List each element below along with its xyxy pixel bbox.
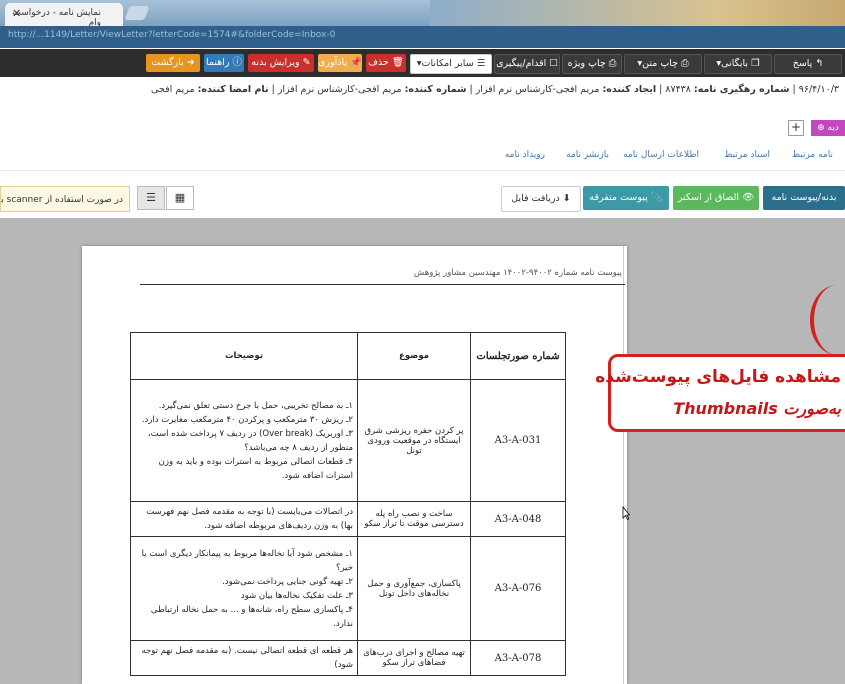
edit-icon: ✎ — [299, 57, 311, 68]
row-code: A3-A-031 — [470, 379, 566, 502]
print-text-button[interactable]: ⎙ چاپ متن ▾ — [624, 54, 702, 74]
desc-line: ۱ـ مشخص شود آیا نخاله‌ها مربوط به پیمانک… — [141, 548, 353, 573]
desc-line: در اتصالات می‌بایست (با توجه به مقدمه فص… — [146, 507, 353, 531]
callout-line-2: به‌صورت Thumbnails — [673, 399, 841, 418]
browser-tabbar: نمایش نامه - درخواست وام ✕ — [0, 0, 845, 28]
checkbox-icon: ☐ — [546, 58, 558, 69]
signer-label: نام امضا کننده: — [197, 84, 269, 95]
help-button[interactable]: ⓘ راهنما — [204, 54, 244, 72]
desc-line: ۴ـ قطعات اتصالی مربوط به استرات بوده و ب… — [158, 456, 353, 481]
delete-button[interactable]: 🗑 حذف — [366, 54, 406, 72]
url-text[interactable]: http://...1149/Letter/ViewLetter?letterC… — [8, 30, 335, 40]
desc-line: ۱ـ به مصالح تخریبی، حمل با جرخ دستی تعلق… — [158, 400, 353, 411]
attach-body-button[interactable]: بدنه/پیوست نامه — [763, 186, 845, 210]
row-code: A3-A-078 — [470, 640, 566, 676]
letter-date: ۹۶/۴/۱۰/۳ — [798, 84, 839, 95]
tracking-label: شماره رهگیری نامه: — [693, 84, 790, 95]
reminder-button[interactable]: 📌 یادآوری — [318, 54, 362, 72]
table-row: A3-A-076 پاکسازی، جمع‌آوری و حمل نخاله‌ه… — [130, 536, 566, 641]
printer-icon: ⎙ — [605, 58, 617, 69]
reply-button[interactable]: ↰ پاسخ — [774, 54, 842, 74]
new-tab-button[interactable] — [124, 6, 150, 20]
browser-header-background — [430, 0, 845, 26]
mouse-cursor-icon — [622, 506, 630, 520]
tracking-value: ۸۷۴۳۸ — [665, 84, 691, 95]
tab-related-letter[interactable]: نامه مرتبط — [792, 150, 833, 160]
back-arrow-icon: ➜ — [183, 57, 195, 68]
document-table: شماره صورتجلسات موضوع توضیحات A3-A-031 پ… — [130, 332, 566, 676]
back-button[interactable]: ➜ بازگشت — [146, 54, 200, 72]
desc-line: ۴ـ پاکسازی سطح راه، شانه‌ها و ... به حمل… — [150, 604, 353, 629]
row-code: A3-A-076 — [470, 536, 566, 641]
letter-info-line: ۹۶/۴/۱۰/۳ | شماره رهگیری نامه: ۸۷۴۳۸ | ا… — [151, 84, 839, 95]
callout-line-1: مشاهده فایل‌های پیوست‌شده — [595, 367, 841, 387]
desc-line: ۲ـ تهیه گونی جنایی پرداخت نمی‌شود. — [222, 576, 353, 587]
numberer-label: شماره کننده: — [404, 84, 467, 95]
tag-badge[interactable]: ⊕ دیه — [811, 120, 845, 136]
row-description: ۱ـ به مصالح تخریبی، حمل با جرخ دستی تعلق… — [130, 379, 358, 502]
add-tag-button[interactable]: + — [788, 120, 804, 136]
close-icon[interactable]: ✕ — [12, 7, 21, 20]
misc-attach-button[interactable]: 📎 پیوست متفرقه — [583, 186, 669, 210]
print-special-button[interactable]: ⎙ چاپ ویژه — [562, 54, 622, 74]
attach-scanner-button[interactable]: 👁 الصاق از اسکنر — [673, 186, 759, 210]
printer-icon: ⎙ — [678, 58, 689, 69]
header-rule — [140, 284, 625, 285]
callout-box: مشاهده فایل‌های پیوست‌شده به‌صورت Thumbn… — [595, 354, 845, 432]
column-header: شماره صورتجلسات — [470, 332, 566, 380]
eye-icon: 👁 — [739, 192, 755, 203]
column-header: موضوع — [357, 332, 471, 380]
column-header: توضیحات — [130, 332, 358, 380]
table-row: A3-A-078 تهیه مصالح و اجرای درب‌های فضاه… — [130, 640, 566, 676]
document-header: پیوست نامه شماره ۹۴۰۰۲-۱۴۰۰۲ مهندسین مشا… — [413, 268, 622, 278]
trash-icon: 🗑 — [388, 57, 404, 68]
row-description: ۱ـ مشخص شود آیا نخاله‌ها مربوط به پیمانک… — [130, 536, 358, 641]
tab-send-info[interactable]: اطلاعات ارسال نامه — [623, 150, 699, 160]
scanner-note: در صورت استفاده از scanner برای — [0, 186, 130, 212]
edit-body-button[interactable]: ✎ ویرایش بدنه — [248, 54, 314, 72]
tab-letter-events[interactable]: رویداد نامه — [505, 150, 545, 160]
desc-line: هر قطعه ای قطعه اتصالی نیست. (به مقدمه ف… — [141, 646, 353, 670]
letter-toolbar: ↰ پاسخ ❐ بایگانی ▾ ⎙ چاپ متن ▾ ⎙ چاپ ویژ… — [0, 49, 845, 77]
download-icon: ⬇ — [559, 193, 571, 204]
archive-icon: ❐ — [748, 58, 760, 69]
desc-line: ۲ـ ریزش ۳۰ مترمکعب و پرکردن ۴۰ مترمکعب م… — [141, 414, 353, 425]
other-options-dropdown[interactable]: ☰ سایر امکانات ▾ — [410, 54, 492, 74]
creator-label: ایجاد کننده: — [602, 84, 657, 95]
row-description: هر قطعه ای قطعه اتصالی نیست. (به مقدمه ف… — [130, 640, 358, 676]
row-subject: پر کردن حفره ریزشی شرق ایستگاه در موقعیت… — [357, 379, 471, 502]
paperclip-icon: 📎 — [647, 192, 663, 203]
row-subject: پاکسازی، جمع‌آوری و حمل نخاله‌های داخل ت… — [357, 536, 471, 641]
document-page: پیوست نامه شماره ۹۴۰۰۲-۱۴۰۰۲ مهندسین مشا… — [82, 246, 627, 684]
creator-value: مریم افجی-کارشناس نرم افزار — [475, 84, 600, 95]
grid-view-icon[interactable]: ▦ — [166, 186, 194, 210]
info-icon: ⓘ — [229, 57, 243, 68]
page-edge — [623, 246, 624, 684]
reply-icon: ↰ — [812, 58, 824, 69]
row-description: در اتصالات می‌بایست (با توجه به مقدمه فص… — [130, 501, 358, 537]
divider — [0, 170, 845, 171]
numberer-value: مریم افجی-کارشناس نرم افزار — [277, 84, 402, 95]
get-file-button[interactable]: ⬇ دریافت فایل — [501, 186, 581, 212]
signer-value: مریم افجی — [151, 84, 195, 95]
archive-button[interactable]: ❐ بایگانی ▾ — [704, 54, 772, 74]
table-row: A3-A-048 ساخت و نصب راه پله دسترسی موقت … — [130, 501, 566, 537]
desc-line: ۳ـ علت تفکیک نخاله‌ها بیان شود — [240, 590, 353, 601]
pin-icon: 📌 — [347, 57, 362, 68]
browser-tab[interactable]: نمایش نامه - درخواست وام ✕ — [5, 3, 123, 28]
tab-related-docs[interactable]: اسناد مرتبط — [724, 150, 770, 160]
address-bar[interactable]: http://...1149/Letter/ViewLetter?letterC… — [0, 26, 845, 48]
row-subject: تهیه مصالح و اجرای درب‌های فضاهای تراز س… — [357, 640, 471, 676]
plus-circle-icon: ⊕ — [817, 123, 828, 133]
action-followup-button[interactable]: ☐ اقدام/پیگیری — [494, 54, 560, 74]
list-view-icon[interactable]: ☰ — [137, 186, 165, 210]
row-code: A3-A-048 — [470, 501, 566, 537]
table-header-row: شماره صورتجلسات موضوع توضیحات — [130, 332, 566, 380]
menu-icon: ☰ — [473, 58, 486, 69]
tab-republish[interactable]: بازنشر نامه — [566, 150, 609, 160]
row-subject: ساخت و نصب راه پله دسترسی موقت تا تراز س… — [357, 501, 471, 537]
table-row: A3-A-031 پر کردن حفره ریزشی شرق ایستگاه … — [130, 379, 566, 502]
desc-line: ۳ـ اوربریک (Over break) در ردیف ۷ پرداخت… — [147, 428, 353, 453]
